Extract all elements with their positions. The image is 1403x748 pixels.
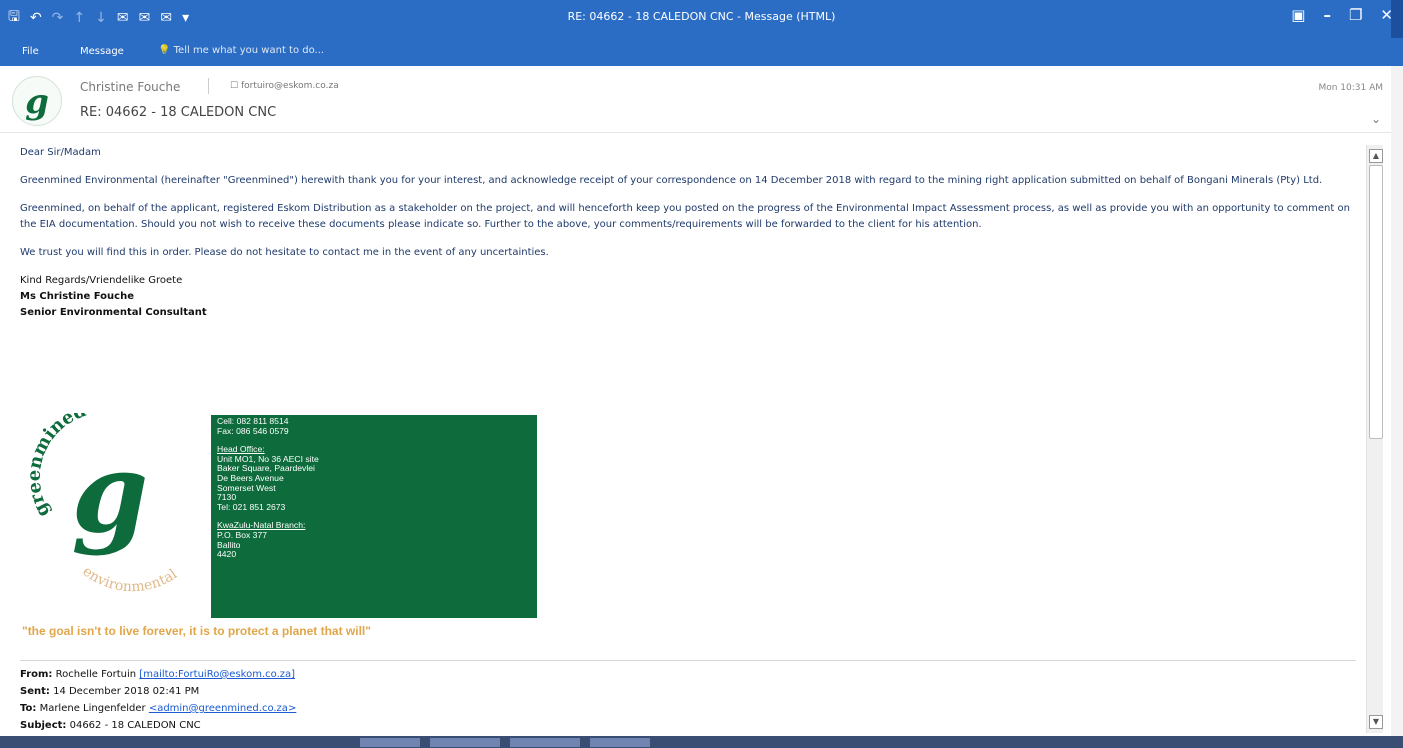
restore-icon[interactable]: ❐ xyxy=(1349,6,1362,24)
greenmined-logo-icon: g xyxy=(25,82,49,122)
to-email-link[interactable]: <admin@greenmined.co.za> xyxy=(149,703,297,714)
from-label: From: xyxy=(20,669,53,680)
logo-letter: g xyxy=(72,428,149,557)
taskbar-button[interactable] xyxy=(510,738,580,747)
divider xyxy=(20,660,1356,661)
taskbar-button[interactable] xyxy=(430,738,500,747)
vertical-scrollbar[interactable]: ▲ ▼ xyxy=(1366,145,1383,733)
to-name: Marlene Lingenfelder xyxy=(39,703,146,714)
svg-text:g: g xyxy=(25,82,49,122)
window-title: RE: 04662 - 18 CALEDON CNC - Message (HT… xyxy=(567,10,836,23)
window-controls: ▣ – ❐ ✕ xyxy=(1291,6,1393,24)
minimize-icon[interactable]: – xyxy=(1323,6,1331,24)
subject-value: 04662 - 18 CALEDON CNC xyxy=(69,720,201,731)
branch-line: P.O. Box 377 xyxy=(217,529,268,540)
subject-label: Subject: xyxy=(20,720,67,731)
body-paragraph-1: Greenmined Environmental (hereinafter "G… xyxy=(20,175,1323,186)
svg-text:environmental: environmental xyxy=(79,563,180,595)
to-label: To: xyxy=(20,703,37,714)
recipient-address: fortuiro@eskom.co.za xyxy=(240,81,339,91)
body-paragraph-3: We trust you will find this in order. Pl… xyxy=(20,247,549,258)
signature-motto: "the goal isn't to live forever, it is t… xyxy=(22,624,371,638)
ribbon-tabs: File Message 💡 Tell me what you want to … xyxy=(0,38,1403,66)
quoted-message-header: From: Rochelle Fortuin [mailto:FortuiRo@… xyxy=(20,666,296,734)
tell-me-search[interactable]: 💡 Tell me what you want to do... xyxy=(158,45,324,56)
quoted-subject: Subject: 04662 - 18 CALEDON CNC xyxy=(20,717,296,734)
contact-fax: Fax: 086 546 0579 xyxy=(217,425,289,436)
ribbon-display-icon[interactable]: ▣ xyxy=(1291,6,1305,24)
logo-bottom-text: environmental xyxy=(79,563,180,595)
branch-line: 4420 xyxy=(217,549,237,560)
quoted-from: From: Rochelle Fortuin [mailto:FortuiRo@… xyxy=(20,666,296,683)
signature-contact-box: Cell: 082 811 8514 Fax: 086 546 0579 Hea… xyxy=(211,415,537,618)
greenmined-logo: greenmined environmental g xyxy=(22,400,192,603)
window-edge xyxy=(1391,66,1403,736)
body-paragraph-2: Greenmined, on behalf of the applicant, … xyxy=(20,203,1350,230)
recipient[interactable]: ☐ fortuiro@eskom.co.za xyxy=(230,81,339,91)
quoted-sent: Sent: 14 December 2018 02:41 PM xyxy=(20,683,296,700)
tab-file[interactable]: File xyxy=(22,46,39,57)
from-email-link[interactable]: [mailto:FortuiRo@eskom.co.za] xyxy=(139,669,295,680)
scroll-down-icon[interactable]: ▼ xyxy=(1369,715,1383,729)
divider xyxy=(208,78,209,94)
head-office-line: Tel: 021 851 2673 xyxy=(217,501,286,512)
sent-label: Sent: xyxy=(20,686,50,697)
message-header: g Christine Fouche ☐ fortuiro@eskom.co.z… xyxy=(0,66,1403,133)
signature-title: Senior Environmental Consultant xyxy=(20,307,207,318)
chevron-down-icon[interactable]: ⌄ xyxy=(1371,112,1381,126)
sender-name[interactable]: Christine Fouche xyxy=(80,80,180,94)
taskbar-button[interactable] xyxy=(360,738,420,747)
title-bar: 🖫 ↶ ↷ ↑ ↓ ✉ ✉ ✉ ▾ RE: 04662 - 18 CALEDON… xyxy=(0,0,1403,38)
sent-value: 14 December 2018 02:41 PM xyxy=(53,686,200,697)
message-subject: RE: 04662 - 18 CALEDON CNC xyxy=(80,105,277,120)
scroll-up-icon[interactable]: ▲ xyxy=(1369,149,1383,163)
taskbar-button[interactable] xyxy=(590,738,650,747)
from-name: Rochelle Fortuin xyxy=(55,669,137,680)
tell-me-label: Tell me what you want to do... xyxy=(173,45,325,56)
taskbar xyxy=(0,736,1403,748)
signature-name: Ms Christine Fouche xyxy=(20,291,134,302)
logo-graphic: greenmined environmental g xyxy=(24,400,181,595)
branch-line: Ballito xyxy=(217,539,241,550)
avatar: g xyxy=(12,76,62,126)
head-office-line: Somerset West xyxy=(217,482,276,493)
signature-regards: Kind Regards/Vriendelike Groete xyxy=(20,275,183,286)
scroll-thumb[interactable] xyxy=(1369,165,1383,439)
quoted-to: To: Marlene Lingenfelder <admin@greenmin… xyxy=(20,700,296,717)
message-time: Mon 10:31 AM xyxy=(1318,83,1383,93)
tab-message[interactable]: Message xyxy=(80,46,124,57)
greeting: Dear Sir/Madam xyxy=(20,147,101,158)
